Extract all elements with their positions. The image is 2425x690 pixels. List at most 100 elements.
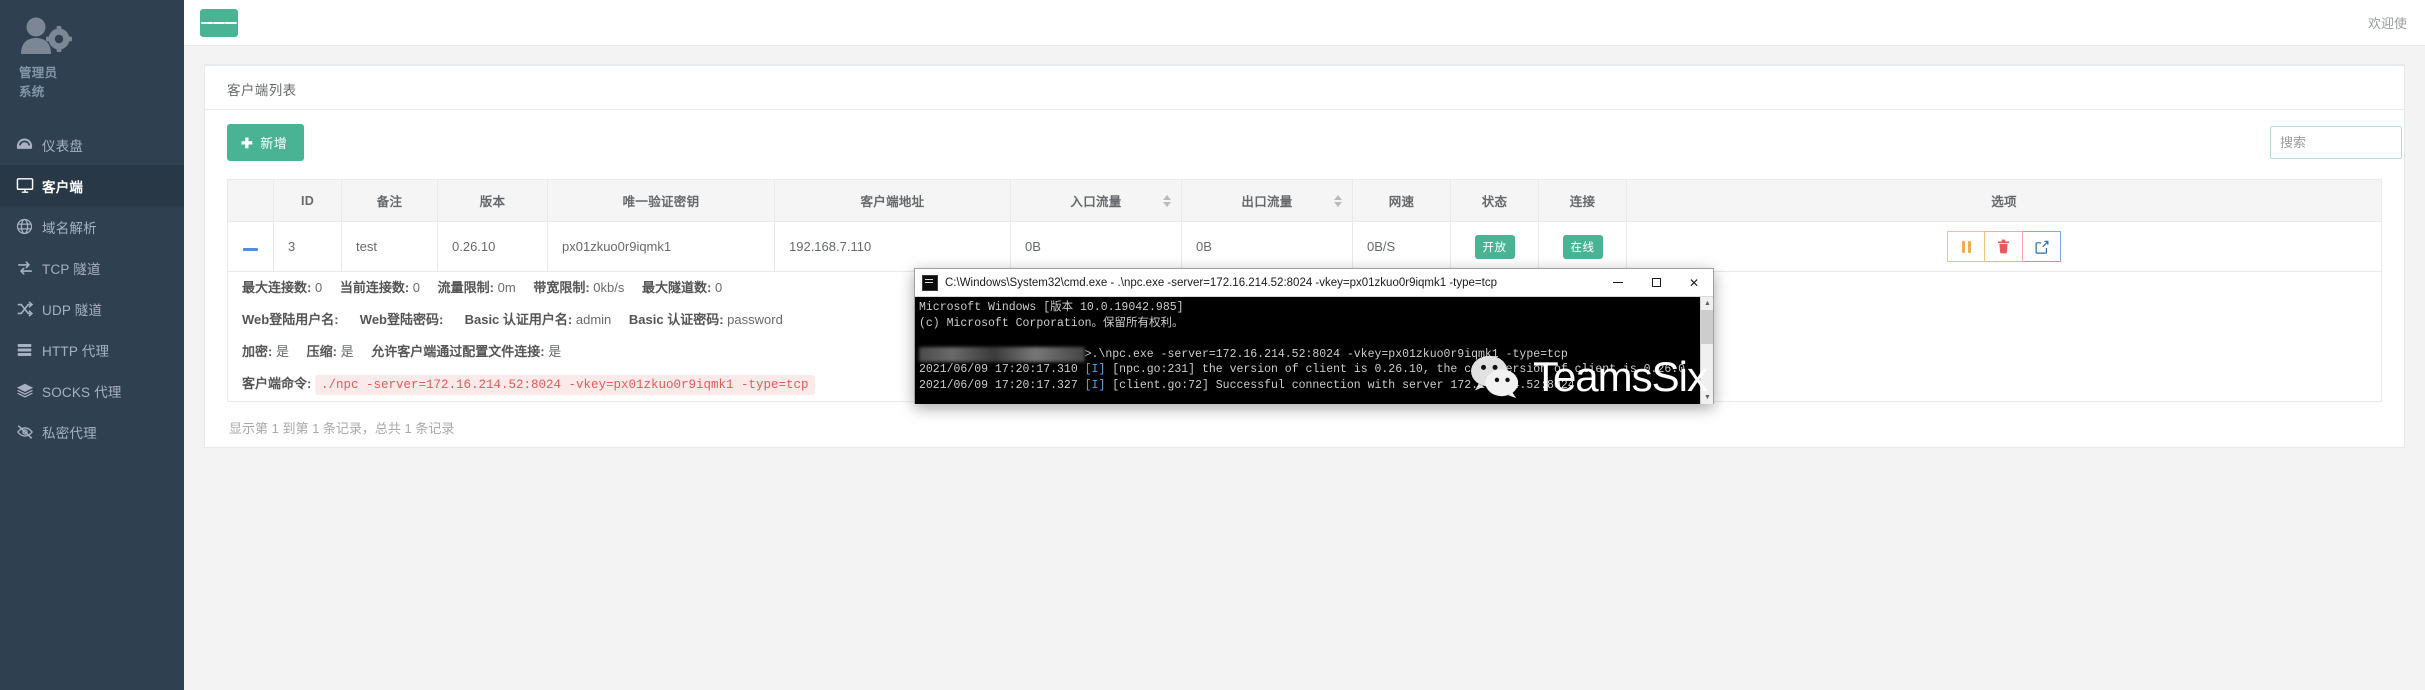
- col-id[interactable]: ID: [273, 179, 342, 222]
- cmd-icon: [922, 274, 938, 291]
- cmd-line-prompt: C:\Users\xxxxxxx\Desktop>.\npc.exe -serv…: [919, 346, 1713, 362]
- dashboard-icon: [16, 136, 42, 153]
- sidebar-item-domain[interactable]: 域名解析: [0, 206, 184, 247]
- detail-label: 当前连接数:: [339, 280, 410, 295]
- cmd-blurred-path: C:\Users\xxxxxxx\Desktop: [919, 346, 1085, 362]
- row-expand-cell[interactable]: [227, 221, 274, 272]
- detail-label: 允许客户端通过配置文件连接:: [371, 344, 545, 359]
- col-vkey[interactable]: 唯一验证密钥: [547, 179, 775, 222]
- sidebar-item-label: 域名解析: [42, 220, 97, 236]
- exchange-icon: [16, 260, 42, 276]
- card-header: 客户端列表: [205, 66, 2404, 110]
- avatar: [18, 14, 74, 64]
- globe-icon: [16, 218, 42, 235]
- sidebar-item-dashboard[interactable]: 仪表盘: [0, 124, 184, 165]
- add-client-label: 新增: [260, 136, 288, 151]
- topbar: 欢迎使: [184, 0, 2425, 46]
- detail-label: 压缩:: [306, 344, 337, 359]
- pause-button[interactable]: [1947, 231, 1985, 262]
- detail-label: Web登陆用户名:: [242, 312, 339, 327]
- col-version[interactable]: 版本: [437, 179, 548, 222]
- sidebar-item-tcp-tunnel[interactable]: TCP 隧道: [0, 247, 184, 288]
- edit-icon: [2035, 240, 2048, 254]
- cell-address: 192.168.7.110: [774, 221, 1011, 272]
- cmd-timestamp: 2021/06/09 17:20:17.327: [919, 378, 1078, 392]
- col-address[interactable]: 客户端地址: [774, 179, 1011, 222]
- sidebar-item-socks-proxy[interactable]: SOCKS 代理: [0, 370, 184, 411]
- table-footer-info: 显示第 1 到第 1 条记录，总共 1 条记录: [229, 421, 455, 436]
- col-connection[interactable]: 连接: [1538, 179, 1627, 222]
- cmd-line-blank: [919, 331, 1713, 347]
- search-input[interactable]: [2270, 126, 2402, 159]
- col-expand: [227, 179, 274, 222]
- sidebar-item-http-proxy[interactable]: HTTP 代理: [0, 329, 184, 370]
- detail-value: 是: [340, 344, 354, 359]
- detail-label: 最大连接数:: [242, 280, 312, 295]
- cmd-level: [I]: [1084, 378, 1106, 392]
- cmd-command: >.\npc.exe -server=172.16.214.52:8024 -v…: [1084, 347, 1568, 361]
- detail-label: Basic 认证密码:: [628, 312, 724, 327]
- cell-in-flow: 0B: [1010, 221, 1182, 272]
- col-remark[interactable]: 备注: [341, 179, 438, 222]
- window-controls: ✕: [1599, 269, 1713, 297]
- add-client-button[interactable]: ✚ 新增: [227, 124, 305, 161]
- sidebar-item-label: SOCKS 代理: [42, 384, 122, 400]
- cmd-window[interactable]: C:\Windows\System32\cmd.exe - .\npc.exe …: [914, 268, 1714, 404]
- scrollbar-thumb[interactable]: [1701, 310, 1713, 344]
- cmd-line: Microsoft Windows [版本 10.0.19042.985]: [919, 301, 1184, 314]
- detail-value: 0: [412, 280, 421, 295]
- app-root: 管理员 系统 仪表盘 客户端 域名解析 TCP 隧道 UDP 隧道 HTTP 代…: [0, 0, 2425, 690]
- sidebar-item-private-proxy[interactable]: 私密代理: [0, 411, 184, 452]
- cell-options: [1626, 221, 2382, 272]
- server-icon: [16, 342, 42, 358]
- col-speed[interactable]: 网速: [1352, 179, 1451, 222]
- cmd-scrollbar[interactable]: ▲ ▼: [1700, 297, 1713, 404]
- cell-remark: test: [341, 221, 438, 272]
- sidebar-item-label: 仪表盘: [42, 138, 84, 154]
- close-icon[interactable]: ✕: [1675, 269, 1713, 297]
- trash-icon: [1997, 239, 2010, 254]
- cmd-timestamp: 2021/06/09 17:20:17.310: [919, 363, 1078, 376]
- cell-status: 开放: [1450, 221, 1539, 272]
- chevron-down-icon[interactable]: ▼: [1701, 391, 1713, 404]
- detail-value: 0m: [497, 280, 516, 295]
- detail-value: admin: [575, 312, 612, 327]
- sidebar-nav: 仪表盘 客户端 域名解析 TCP 隧道 UDP 隧道 HTTP 代理 SOCKS…: [0, 124, 184, 452]
- detail-label: 客户端命令:: [242, 376, 312, 391]
- detail-value: password: [727, 312, 783, 327]
- cmd-body[interactable]: Microsoft Windows [版本 10.0.19042.985] (c…: [915, 297, 1713, 404]
- detail-label: Web登陆密码:: [359, 312, 444, 327]
- cmd-titlebar[interactable]: C:\Windows\System32\cmd.exe - .\npc.exe …: [915, 269, 1713, 297]
- minimize-button[interactable]: [1599, 269, 1637, 297]
- detail-value: 是: [275, 344, 289, 359]
- sidebar-item-udp-tunnel[interactable]: UDP 隧道: [0, 288, 184, 329]
- client-command-code[interactable]: ./npc -server=172.16.214.52:8024 -vkey=p…: [314, 375, 815, 395]
- main-area: 欢迎使 客户端列表 ✚ 新增 搜索 ID 备注 版本 唯一验证密钥 客户端地址 …: [184, 0, 2425, 690]
- sidebar-item-label: TCP 隧道: [42, 261, 101, 277]
- detail-value: 是: [548, 344, 562, 359]
- table-head: ID 备注 版本 唯一验证密钥 客户端地址 入口流量 出口流量 网速 状态 连接…: [227, 179, 2382, 222]
- toolbar: ✚ 新增: [227, 124, 2402, 161]
- edit-button[interactable]: [2023, 231, 2061, 262]
- sidebar-item-client[interactable]: 客户端: [0, 165, 184, 206]
- action-button-group: [1947, 231, 2061, 262]
- maximize-button[interactable]: [1637, 269, 1675, 297]
- chevron-up-icon[interactable]: ▲: [1701, 297, 1713, 310]
- hamburger-icon[interactable]: [200, 8, 238, 37]
- plus-icon: ✚: [241, 134, 254, 151]
- col-out-flow-label: 出口流量: [1241, 195, 1293, 209]
- welcome-text: 欢迎使: [2367, 16, 2407, 31]
- detail-label: 最大隧道数:: [641, 280, 712, 295]
- col-out-flow[interactable]: 出口流量: [1181, 179, 1353, 222]
- pause-icon: [1961, 240, 1971, 253]
- detail-label: 带宽限制:: [533, 280, 590, 295]
- delete-button[interactable]: [1985, 231, 2023, 262]
- monitor-icon: [16, 177, 42, 194]
- col-in-flow[interactable]: 入口流量: [1010, 179, 1182, 222]
- detail-value: 0: [314, 280, 323, 295]
- minus-icon[interactable]: [243, 248, 258, 251]
- col-status[interactable]: 状态: [1450, 179, 1539, 222]
- detail-value: 0kb/s: [593, 280, 625, 295]
- profile-role: 管理员: [19, 66, 58, 80]
- search-wrapper: [2270, 126, 2402, 159]
